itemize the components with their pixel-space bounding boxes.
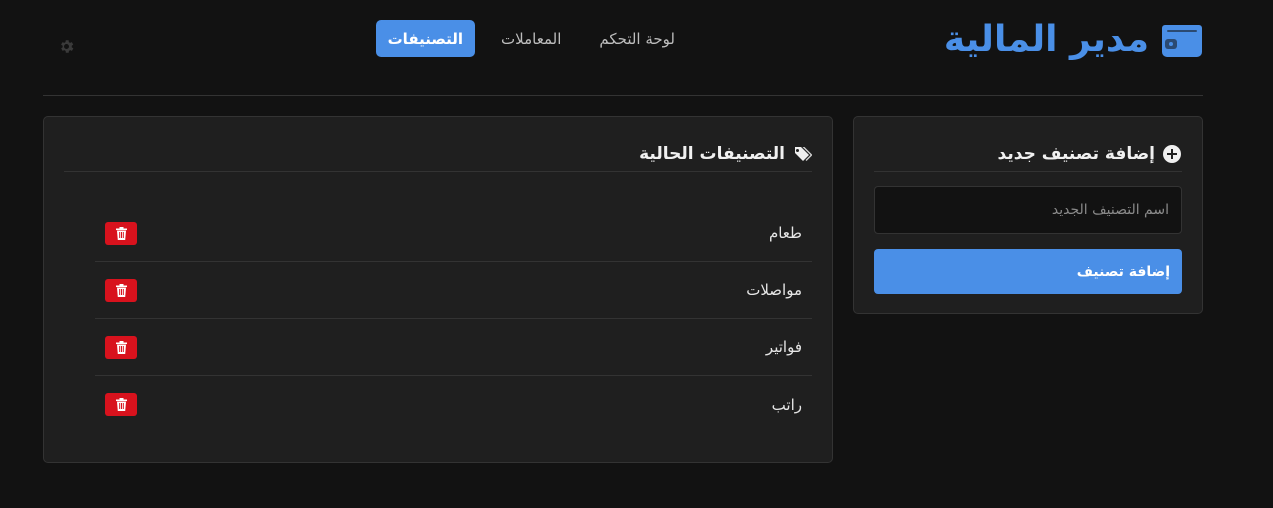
app-brand: مدير المالية — [944, 22, 1203, 58]
main-nav: لوحة التحكم المعاملات التصنيفات — [375, 20, 687, 57]
tab-transactions[interactable]: المعاملات — [489, 20, 573, 57]
category-row: راتب — [95, 376, 812, 433]
delete-category-button[interactable] — [105, 335, 137, 359]
category-name-input[interactable] — [874, 186, 1182, 234]
header-divider — [43, 95, 1203, 96]
add-category-header: إضافة تصنيف جديد — [874, 137, 1182, 172]
categories-list-title: التصنيفات الحالية — [639, 144, 785, 164]
categories-list-header: التصنيفات الحالية — [64, 137, 812, 172]
trash-icon — [115, 283, 127, 297]
category-row: مواصلات — [95, 262, 812, 319]
category-row: طعام — [95, 205, 812, 262]
tab-categories[interactable]: التصنيفات — [375, 20, 476, 57]
tags-icon — [794, 147, 812, 161]
category-name: راتب — [771, 395, 802, 414]
category-name: مواصلات — [746, 281, 802, 299]
add-category-panel: إضافة تصنيف جديد إضافة تصنيف — [853, 116, 1203, 314]
trash-icon — [115, 340, 127, 354]
plus-circle-icon — [1163, 145, 1181, 163]
app-title: مدير المالية — [943, 19, 1149, 60]
categories-list-panel: التصنيفات الحالية طعام مواصلات فواتير را… — [43, 116, 833, 463]
wallet-icon — [1162, 25, 1202, 57]
trash-icon — [115, 226, 127, 240]
add-category-title: إضافة تصنيف جديد — [997, 144, 1155, 164]
delete-category-button[interactable] — [105, 221, 137, 245]
app-root: مدير المالية لوحة التحكم المعاملات التصن… — [0, 0, 1273, 508]
trash-icon — [115, 398, 127, 411]
tab-dashboard[interactable]: لوحة التحكم — [587, 20, 687, 57]
delete-category-button[interactable] — [105, 393, 137, 416]
categories-list: طعام مواصلات فواتير راتب — [95, 205, 812, 433]
category-name: طعام — [768, 224, 802, 242]
gear-icon[interactable] — [58, 38, 75, 55]
add-category-button[interactable]: إضافة تصنيف — [874, 249, 1182, 294]
category-name: فواتير — [765, 338, 802, 356]
delete-category-button[interactable] — [105, 278, 137, 302]
category-row: فواتير — [95, 319, 812, 376]
